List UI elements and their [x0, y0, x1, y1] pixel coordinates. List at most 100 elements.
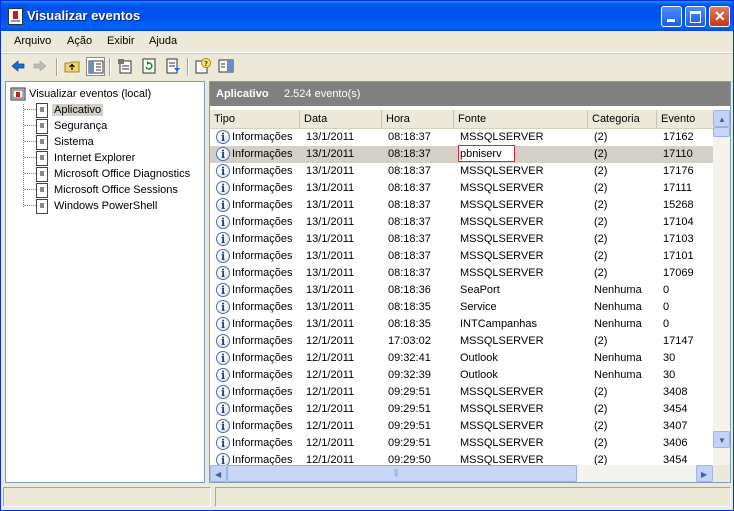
event-row[interactable]: Informações 12/1/2011 09:32:39 Outlook Nenhu… — [210, 367, 713, 384]
information-icon — [216, 401, 230, 418]
event-row[interactable]: Informações 13/1/2011 08:18:37 MSSQLSERVER (… — [210, 197, 713, 214]
cell-categoria: Nenhuma — [594, 369, 642, 381]
event-row[interactable]: Informações 12/1/2011 09:29:51 MSSQLSERVER (… — [210, 401, 713, 418]
log-icon — [36, 183, 48, 198]
event-row[interactable]: Informações 13/1/2011 08:18:37 pbniserv (2) 1… — [210, 145, 713, 163]
cell-tipo: Informações — [232, 284, 293, 296]
event-row[interactable]: Informações 12/1/2011 09:29:51 MSSQLSERVER (… — [210, 418, 713, 435]
cell-categoria: (2) — [594, 250, 608, 262]
event-row[interactable]: Informações 13/1/2011 08:18:35 INTCampanhas… — [210, 316, 713, 333]
col-tipo[interactable]: Tipo — [210, 110, 300, 128]
cell-categoria: (2) — [594, 420, 608, 432]
cell-categoria: (2) — [594, 216, 608, 228]
event-row[interactable]: Informações 13/1/2011 08:18:37 MSSQLSERVER (… — [210, 163, 713, 180]
cell-evento: 17162 — [663, 131, 694, 143]
cell-fonte: MSSQLSERVER — [460, 403, 544, 415]
toolbar-separator — [187, 58, 189, 76]
toolbar-separator — [109, 58, 111, 76]
up-folder-icon[interactable] — [64, 58, 80, 74]
tree-item-internet-explorer[interactable]: Internet Explorer — [36, 150, 137, 166]
tree-item-office-diagnostics[interactable]: Microsoft Office Diagnostics — [36, 166, 192, 182]
minimize-button[interactable] — [661, 6, 682, 27]
menu-ajuda[interactable]: Ajuda — [149, 35, 177, 47]
menu-bar: Arquivo Ação Exibir Ajuda — [1, 31, 733, 53]
event-row[interactable]: Informações 13/1/2011 08:18:36 SeaPort Nenhu… — [210, 282, 713, 299]
vertical-scroll-thumb[interactable] — [713, 127, 730, 137]
event-row[interactable]: Informações 13/1/2011 08:18:37 MSSQLSERVER (… — [210, 129, 713, 146]
horizontal-scroll-thumb[interactable] — [227, 465, 577, 482]
information-icon — [216, 197, 230, 214]
show-hide-tree-button[interactable] — [86, 57, 105, 76]
event-row[interactable]: Informações 12/1/2011 09:29:50 MSSQLSERVER (… — [210, 452, 713, 465]
scroll-right-button[interactable]: ▶ — [696, 465, 713, 482]
cell-tipo: Informações — [232, 301, 293, 313]
col-hora[interactable]: Hora — [382, 110, 454, 128]
properties-icon[interactable] — [117, 58, 133, 74]
cell-evento: 17147 — [663, 335, 694, 347]
cell-tipo: Informações — [232, 318, 293, 330]
event-row[interactable]: Informações 13/1/2011 08:18:37 MSSQLSERVER (… — [210, 231, 713, 248]
scroll-left-button[interactable]: ◀ — [210, 465, 227, 482]
tree-item-office-sessions[interactable]: Microsoft Office Sessions — [36, 182, 180, 198]
title-bar[interactable]: Visualizar eventos — [1, 1, 733, 31]
vertical-scrollbar[interactable]: ▲ ▼ — [713, 110, 730, 465]
cell-tipo: Informações — [232, 182, 293, 194]
cell-categoria: Nenhuma — [594, 318, 642, 330]
tree-pane: Visualizar eventos (local) Aplicativo Se… — [5, 81, 205, 483]
event-viewer-icon[interactable] — [8, 8, 23, 25]
event-row[interactable]: Informações 12/1/2011 09:32:41 Outlook Nenhu… — [210, 350, 713, 367]
event-row[interactable]: Informações 13/1/2011 08:18:37 MSSQLSERVER (… — [210, 265, 713, 282]
cell-categoria: (2) — [594, 165, 608, 177]
cell-evento: 30 — [663, 352, 676, 364]
tree-item-windows-powershell[interactable]: Windows PowerShell — [36, 198, 159, 214]
show-hide-action-pane-icon[interactable] — [218, 58, 234, 74]
cell-evento: 0 — [663, 301, 670, 313]
information-icon — [216, 214, 230, 231]
scroll-down-button[interactable]: ▼ — [713, 431, 730, 448]
forward-icon[interactable] — [32, 58, 48, 74]
horizontal-scrollbar[interactable]: ◀ ▶ — [210, 465, 713, 482]
information-icon — [216, 163, 230, 180]
col-evento[interactable]: Evento — [657, 110, 713, 128]
menu-exibir[interactable]: Exibir — [107, 35, 135, 47]
maximize-button[interactable] — [685, 6, 706, 27]
scroll-corner — [713, 465, 730, 482]
col-categoria[interactable]: Categoria — [588, 110, 657, 128]
help-icon[interactable]: ? — [195, 58, 211, 74]
export-list-icon[interactable] — [165, 58, 181, 74]
event-row[interactable]: Informações 13/1/2011 08:18:37 MSSQLSERVER (… — [210, 214, 713, 231]
cell-hora: 08:18:37 — [388, 233, 431, 245]
information-icon — [216, 350, 230, 367]
event-row[interactable]: Informações 13/1/2011 08:18:37 MSSQLSERVER (… — [210, 180, 713, 197]
cell-hora: 08:18:35 — [388, 301, 431, 313]
event-row[interactable]: Informações 13/1/2011 08:18:35 Service Nenhu… — [210, 299, 713, 316]
tree-item-seguranca[interactable]: Segurança — [36, 118, 109, 134]
menu-acao[interactable]: Ação — [67, 35, 92, 47]
arrow-left-icon: ◀ — [215, 470, 222, 479]
close-button[interactable] — [709, 6, 730, 27]
cell-data: 13/1/2011 — [306, 216, 355, 228]
event-row[interactable]: Informações 12/1/2011 09:29:51 MSSQLSERVER (… — [210, 435, 713, 452]
back-icon[interactable] — [10, 58, 26, 74]
event-row[interactable]: Informações 13/1/2011 08:18:37 MSSQLSERVER (… — [210, 248, 713, 265]
cell-evento: 17101 — [663, 250, 694, 262]
tree-item-sistema[interactable]: Sistema — [36, 134, 96, 150]
cell-categoria: (2) — [594, 454, 608, 465]
event-row[interactable]: Informações 12/1/2011 09:29:51 MSSQLSERVER (… — [210, 384, 713, 401]
cell-fonte: MSSQLSERVER — [460, 335, 544, 347]
scroll-up-button[interactable]: ▲ — [713, 110, 730, 127]
refresh-icon[interactable] — [141, 58, 157, 74]
cell-hora: 09:32:41 — [388, 352, 431, 364]
cell-hora: 08:18:37 — [388, 250, 431, 262]
arrow-right-icon: ▶ — [701, 470, 708, 479]
col-data[interactable]: Data — [300, 110, 382, 128]
tree-item-aplicativo[interactable]: Aplicativo — [36, 102, 104, 118]
cell-hora: 08:18:37 — [388, 216, 431, 228]
cell-categoria: (2) — [594, 233, 608, 245]
tree-root[interactable]: Visualizar eventos (local) — [10, 86, 151, 102]
cell-hora: 09:29:51 — [388, 403, 431, 415]
cell-hora: 09:29:51 — [388, 386, 431, 398]
menu-arquivo[interactable]: Arquivo — [14, 35, 51, 47]
event-row[interactable]: Informações 12/1/2011 17:03:02 MSSQLSERVER (… — [210, 333, 713, 350]
col-fonte[interactable]: Fonte — [454, 110, 588, 128]
